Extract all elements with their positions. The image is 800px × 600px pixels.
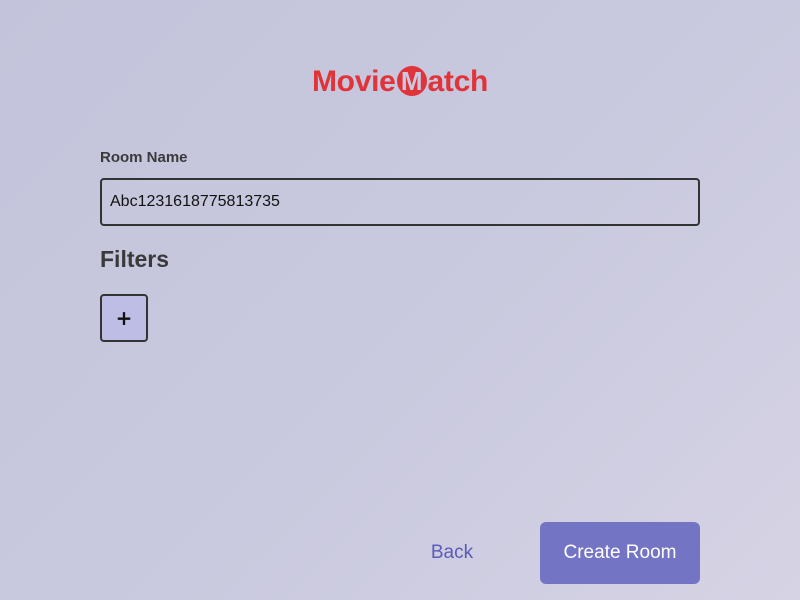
back-button[interactable]: Back [412, 526, 492, 580]
moviematch-logo: Movie Match [0, 62, 800, 102]
logo-text-prefix: Movie [311, 65, 396, 98]
logo-text-suffix: atch [427, 65, 489, 98]
room-name-label: Room Name [100, 149, 188, 166]
room-name-input[interactable] [100, 178, 700, 226]
add-filter-button[interactable]: + [100, 294, 148, 342]
create-room-button[interactable]: Create Room [540, 522, 700, 584]
logo-m-circle: M [396, 66, 427, 96]
filters-heading: Filters [100, 246, 170, 272]
